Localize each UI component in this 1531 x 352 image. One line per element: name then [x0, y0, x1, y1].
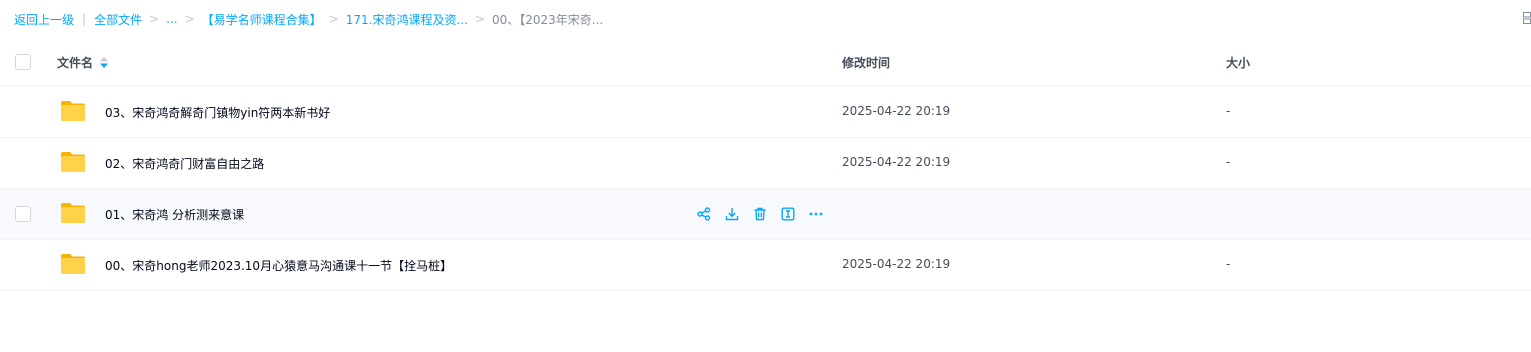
table-header: 文件名 修改时间 大小 [0, 40, 1531, 86]
more-icon [809, 212, 823, 216]
file-size: - [1226, 104, 1231, 118]
all-files-link[interactable]: 全部文件 [94, 11, 142, 28]
sort-icon [100, 57, 109, 68]
download-button[interactable] [724, 206, 740, 222]
chevron-right-icon: > [474, 12, 485, 26]
breadcrumb: 返回上一级 | 全部文件 > ... > 【易学名师课程合集】 > 171.宋奇… [14, 10, 603, 28]
row-actions [696, 206, 824, 222]
trash-icon [754, 207, 766, 221]
file-name[interactable]: 01、宋奇鸿 分析测来意课 [105, 206, 244, 223]
column-header-size[interactable]: 大小 [1226, 54, 1250, 71]
breadcrumb-item-course[interactable]: 171.宋奇鸿课程及资... [346, 11, 468, 28]
share-button[interactable] [696, 206, 712, 222]
share-icon [697, 207, 711, 221]
file-name[interactable]: 03、宋奇鸿奇解奇门镇物yin符两本新书好 [105, 104, 330, 121]
more-button[interactable] [808, 206, 824, 222]
rename-button[interactable] [780, 206, 796, 222]
breadcrumb-ellipsis[interactable]: ... [166, 12, 177, 26]
file-size: - [1226, 155, 1231, 169]
folder-icon [61, 101, 85, 121]
file-time: 2025-04-22 20:19 [842, 104, 951, 118]
select-all-checkbox[interactable] [15, 54, 31, 70]
breadcrumb-current: 00、【2023年宋奇... [491, 12, 604, 27]
download-icon [725, 208, 739, 221]
file-name[interactable]: 00、宋奇hong老师2023.10月心猿意马沟通课十一节【拴马桩】 [105, 257, 452, 274]
delete-button[interactable] [752, 206, 768, 222]
file-time: 2025-04-22 20:19 [842, 155, 951, 169]
file-time: 2025-04-22 20:19 [842, 257, 951, 271]
sort-by-name[interactable]: 文件名 [57, 54, 109, 71]
breadcrumb-separator: | [82, 12, 87, 26]
folder-icon [61, 203, 85, 223]
column-header-name: 文件名 [57, 56, 94, 70]
row-checkbox[interactable] [15, 206, 31, 222]
chevron-right-icon: > [149, 12, 160, 26]
table-row[interactable]: 02、宋奇鸿奇门财富自由之路 2025-04-22 20:19 - [0, 138, 1531, 189]
table-row[interactable]: 00、宋奇hong老师2023.10月心猿意马沟通课十一节【拴马桩】 2025-… [0, 240, 1531, 291]
file-size: - [1226, 257, 1231, 271]
file-name[interactable]: 02、宋奇鸿奇门财富自由之路 [105, 155, 264, 172]
table-row[interactable]: 01、宋奇鸿 分析测来意课 [0, 189, 1531, 240]
back-link[interactable]: 返回上一级 [14, 11, 74, 28]
chevron-right-icon: > [328, 12, 339, 26]
folder-icon [61, 152, 85, 172]
rename-icon [781, 207, 795, 221]
view-toggle-icon[interactable] [1523, 12, 1531, 24]
breadcrumb-item-collection[interactable]: 【易学名师课程合集】 [202, 11, 322, 28]
chevron-right-icon: > [184, 12, 195, 26]
folder-icon [61, 254, 85, 274]
column-header-time[interactable]: 修改时间 [842, 54, 890, 71]
table-row[interactable]: 03、宋奇鸿奇解奇门镇物yin符两本新书好 2025-04-22 20:19 - [0, 87, 1531, 138]
